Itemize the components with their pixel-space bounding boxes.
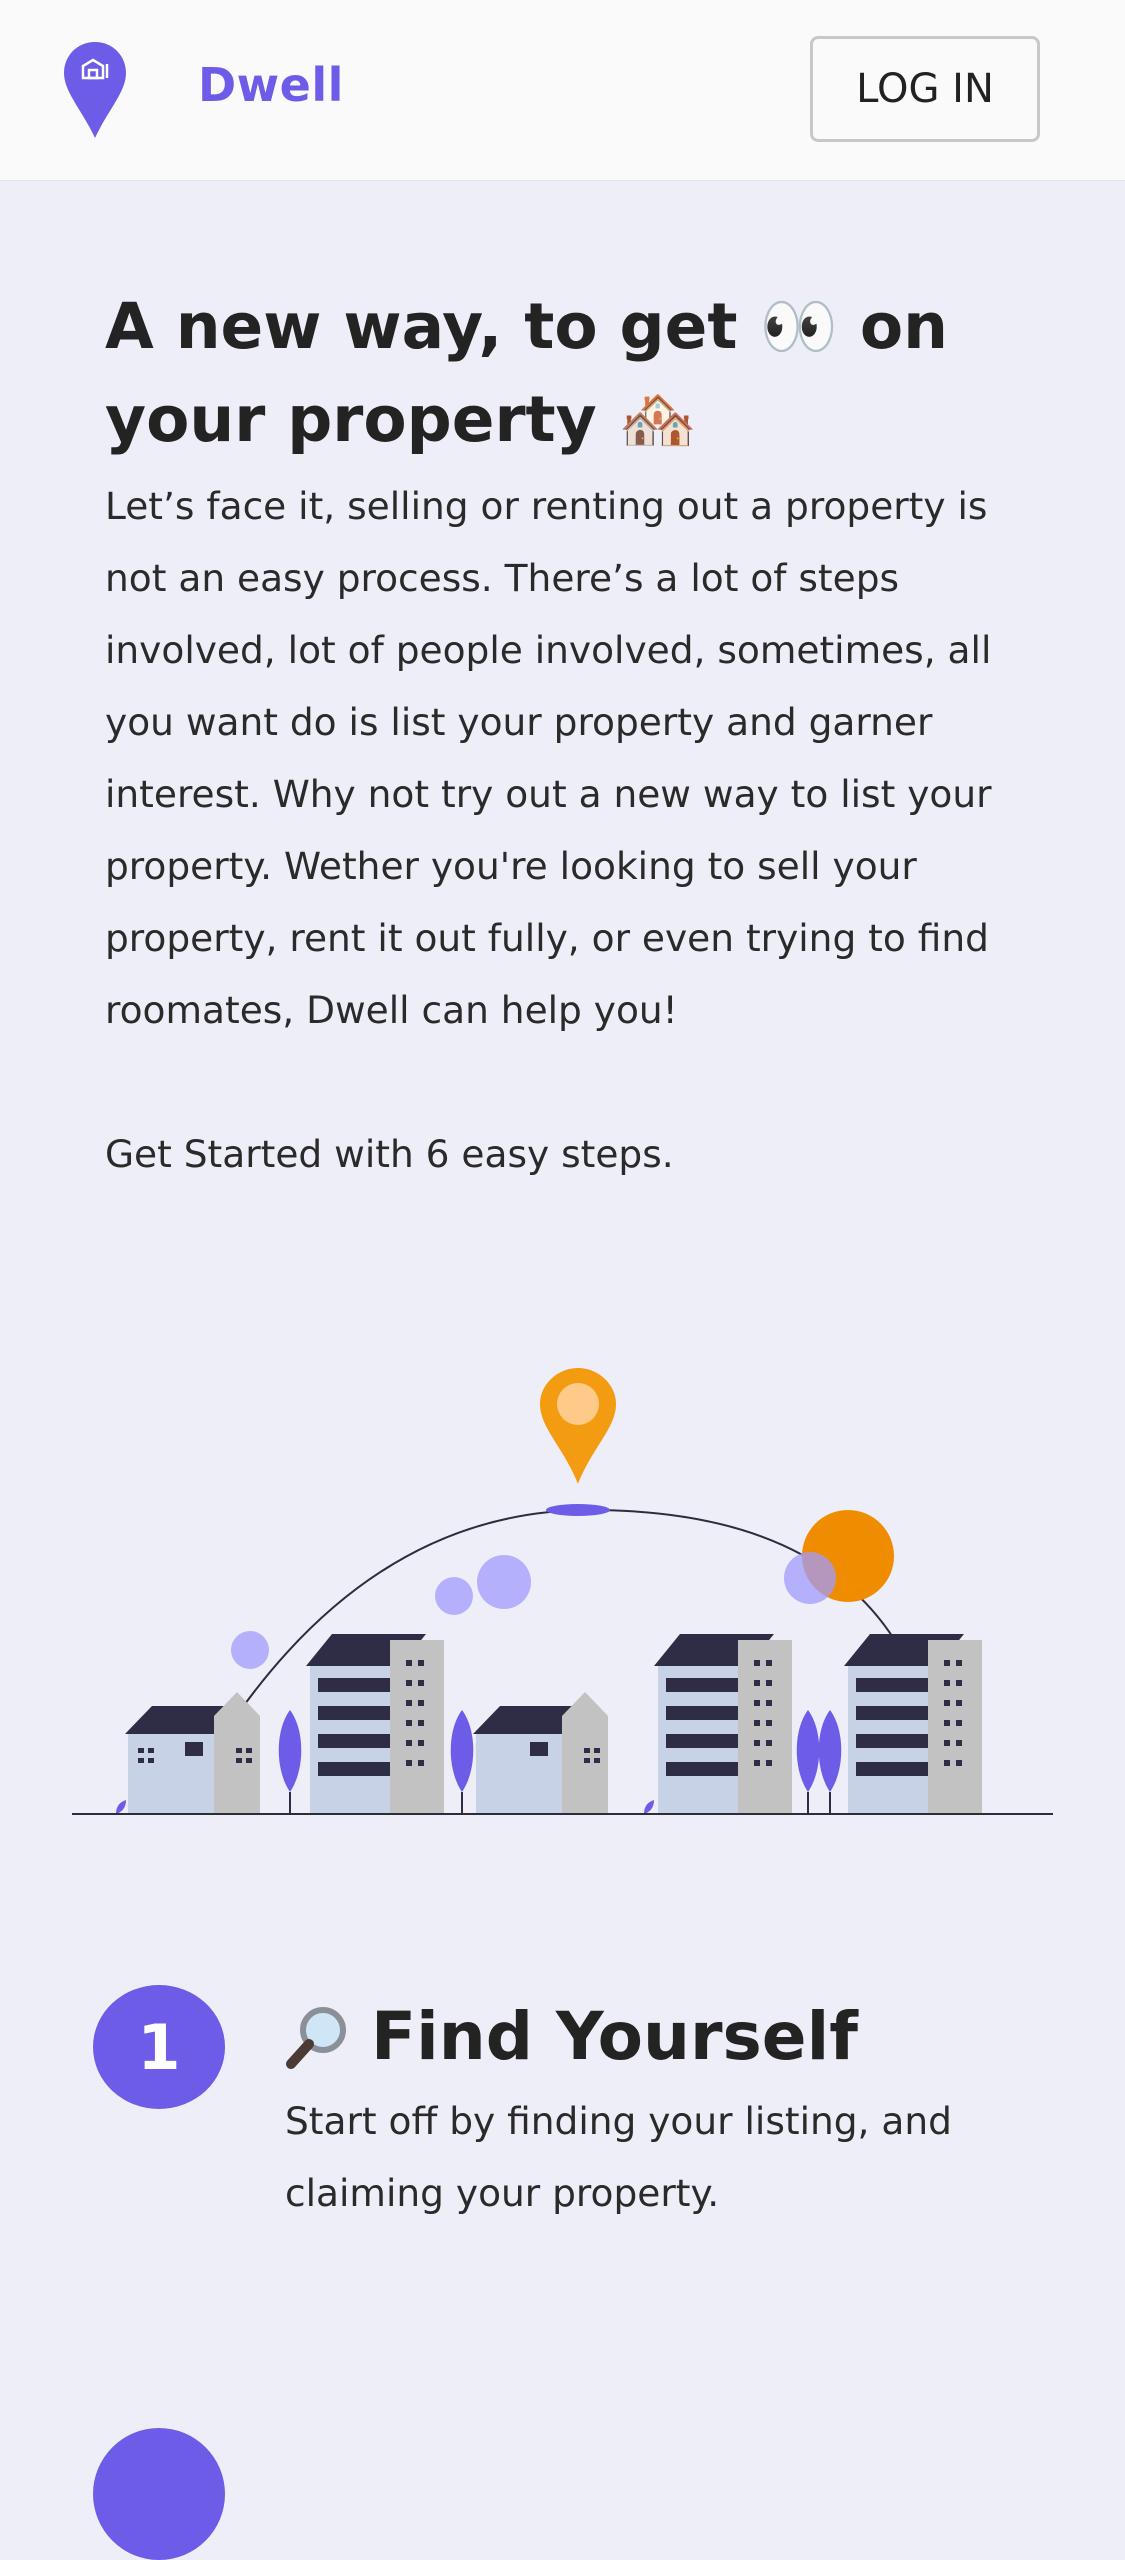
- login-button[interactable]: LOG IN: [810, 36, 1040, 142]
- hero-title: A new way, to get 👀 on your property 🏘️: [105, 280, 1045, 466]
- magnifier-icon: [286, 2007, 346, 2069]
- step-description: Start off by finding your listing, and c…: [285, 2099, 952, 2215]
- step-title: Find Yourself: [283, 1992, 858, 2082]
- location-pin-logo-icon[interactable]: [62, 40, 128, 140]
- step-number-badge: 1: [93, 1985, 225, 2109]
- brand-name[interactable]: Dwell: [198, 58, 344, 112]
- eyes-emoji-icon: 👀: [759, 290, 838, 363]
- houses-emoji-icon: 🏘️: [618, 383, 698, 456]
- city-illustration: [72, 1368, 1053, 1815]
- hero-title-part1: A new way, to get: [105, 290, 738, 363]
- steps-intro-text: Get Started with 6 easy steps.: [105, 1132, 674, 1176]
- hero-paragraph: Let’s face it, selling or renting out a …: [105, 484, 992, 1032]
- step-title-text: Find Yourself: [371, 1998, 858, 2075]
- next-step-badge: [93, 2428, 225, 2560]
- location-pin-icon: [540, 1368, 616, 1516]
- top-navbar: Dwell LOG IN: [0, 0, 1125, 180]
